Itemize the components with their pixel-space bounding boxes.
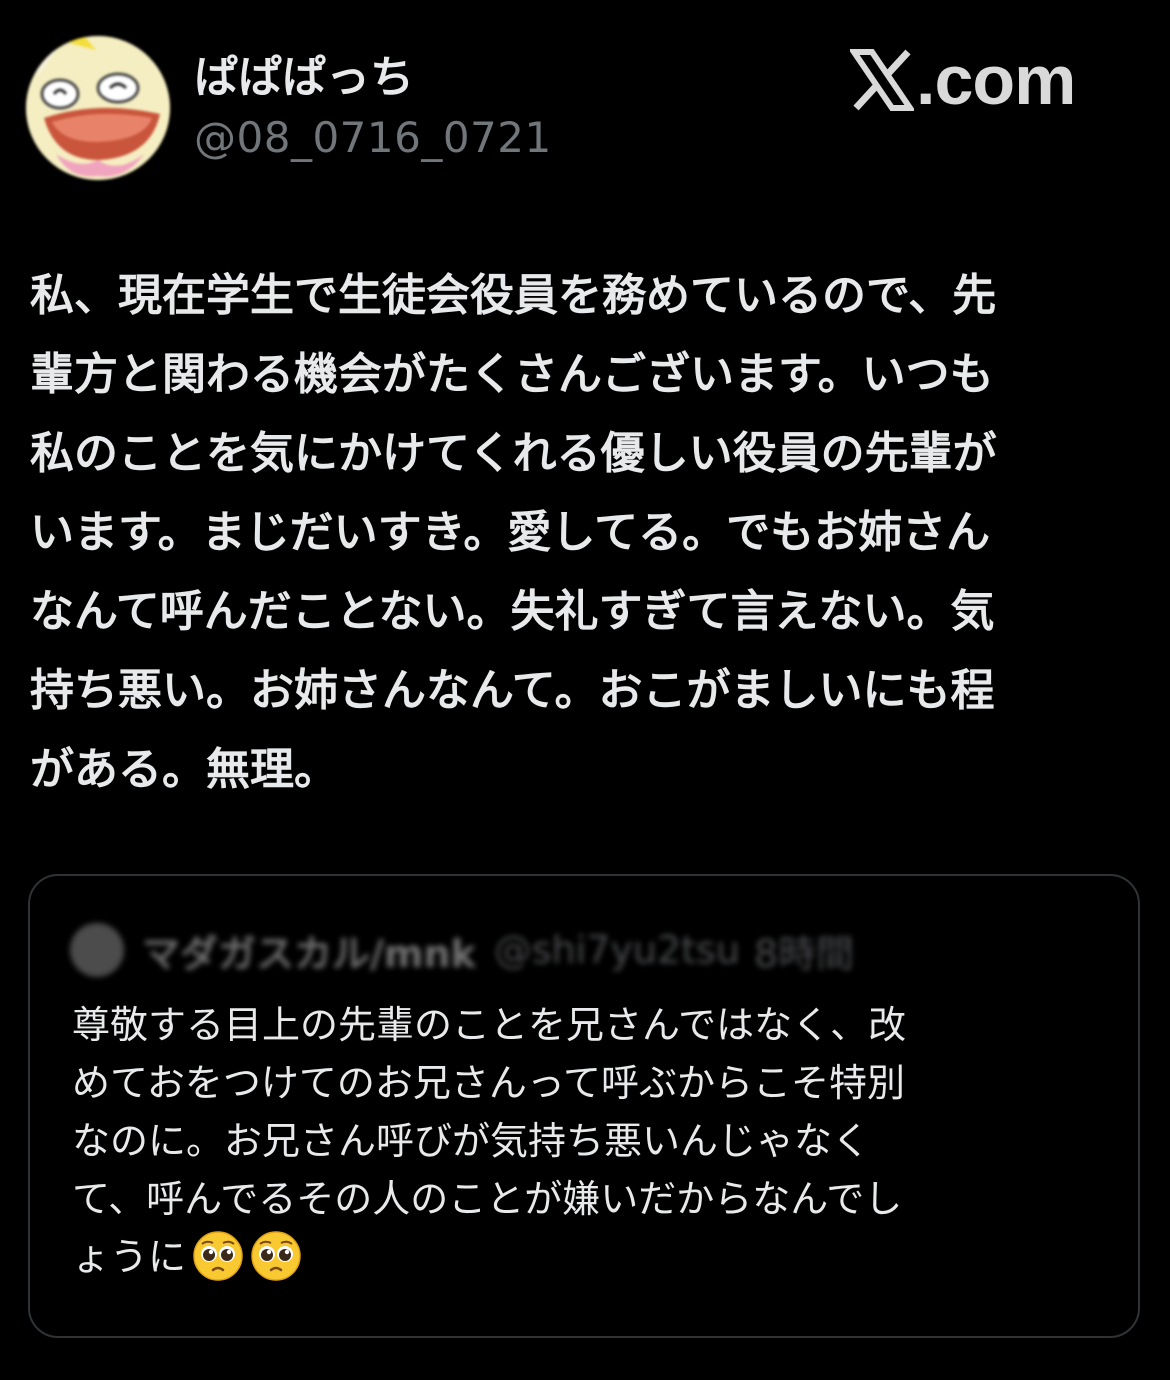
author-avatar[interactable]	[26, 36, 170, 180]
tweet-text-line: 輩方と関わる機会がたくさんございます。いつも	[30, 349, 994, 400]
quoted-author-avatar[interactable]	[70, 923, 124, 977]
quoted-tweet-card[interactable]: マダガスカル/mnk @shi7yu2tsu 8時間 尊敬する目上の先輩のことを…	[28, 874, 1140, 1338]
tweet-text-line: います。まじだいすき。愛してる。でもお姉さん	[30, 507, 991, 558]
pleading-face-emoji-icon	[192, 1230, 244, 1282]
tweet-text-line: 私のことを気にかけてくれる優しい役員の先輩が	[30, 428, 997, 479]
pleading-face-emoji-icon	[250, 1230, 302, 1282]
quoted-author-name[interactable]: マダガスカル/mnk	[142, 923, 476, 978]
author-handle[interactable]: @08_0716_0721	[194, 110, 552, 166]
cartoon-face-icon	[26, 36, 170, 180]
watermark-text: .com	[916, 41, 1076, 119]
tweet-text: 私、現在学生で生徒会役員を務めているので、先 輩方と関わる機会がたくさんございま…	[30, 256, 1142, 809]
tweet-text-line: 持ち悪い。お姉さんなんて。おこがましいにも程	[30, 665, 995, 716]
x-com-watermark: .com	[850, 40, 1076, 120]
x-logo-icon	[850, 49, 914, 111]
tweet-header: ぱぱぱっち @08_0716_0721 .com	[0, 0, 1170, 200]
quoted-text-line: めておをつけてのお兄さんって呼ぶからこそ特別	[72, 1061, 905, 1105]
author-display-name[interactable]: ぱぱぱっち	[194, 50, 414, 106]
quoted-tweet-timestamp[interactable]: 8時間	[754, 923, 854, 978]
quoted-text-line: なのに。お兄さん呼びが気持ち悪いんじゃなく	[72, 1119, 871, 1163]
quoted-text-line-last: ょうに	[72, 1228, 1112, 1286]
quoted-text-line: て、呼んでるその人のことが嫌いだからなんでし	[72, 1177, 903, 1221]
quoted-tweet-text: 尊敬する目上の先輩のことを兄さんではなく、改 めておをつけてのお兄さんって呼ぶか…	[72, 996, 1112, 1286]
tweet-text-line: なんて呼んだことない。失礼すぎて言えない。気	[30, 586, 995, 637]
quoted-text-line: 尊敬する目上の先輩のことを兄さんではなく、改	[72, 1003, 907, 1047]
quoted-author-handle[interactable]: @shi7yu2tsu	[494, 928, 740, 972]
tweet-text-line: 私、現在学生で生徒会役員を務めているので、先	[30, 270, 997, 321]
quoted-tweet-header: マダガスカル/mnk @shi7yu2tsu 8時間	[70, 920, 868, 980]
quoted-text-tail: ょうに	[72, 1235, 187, 1279]
tweet-text-line: がある。無理。	[30, 744, 338, 795]
